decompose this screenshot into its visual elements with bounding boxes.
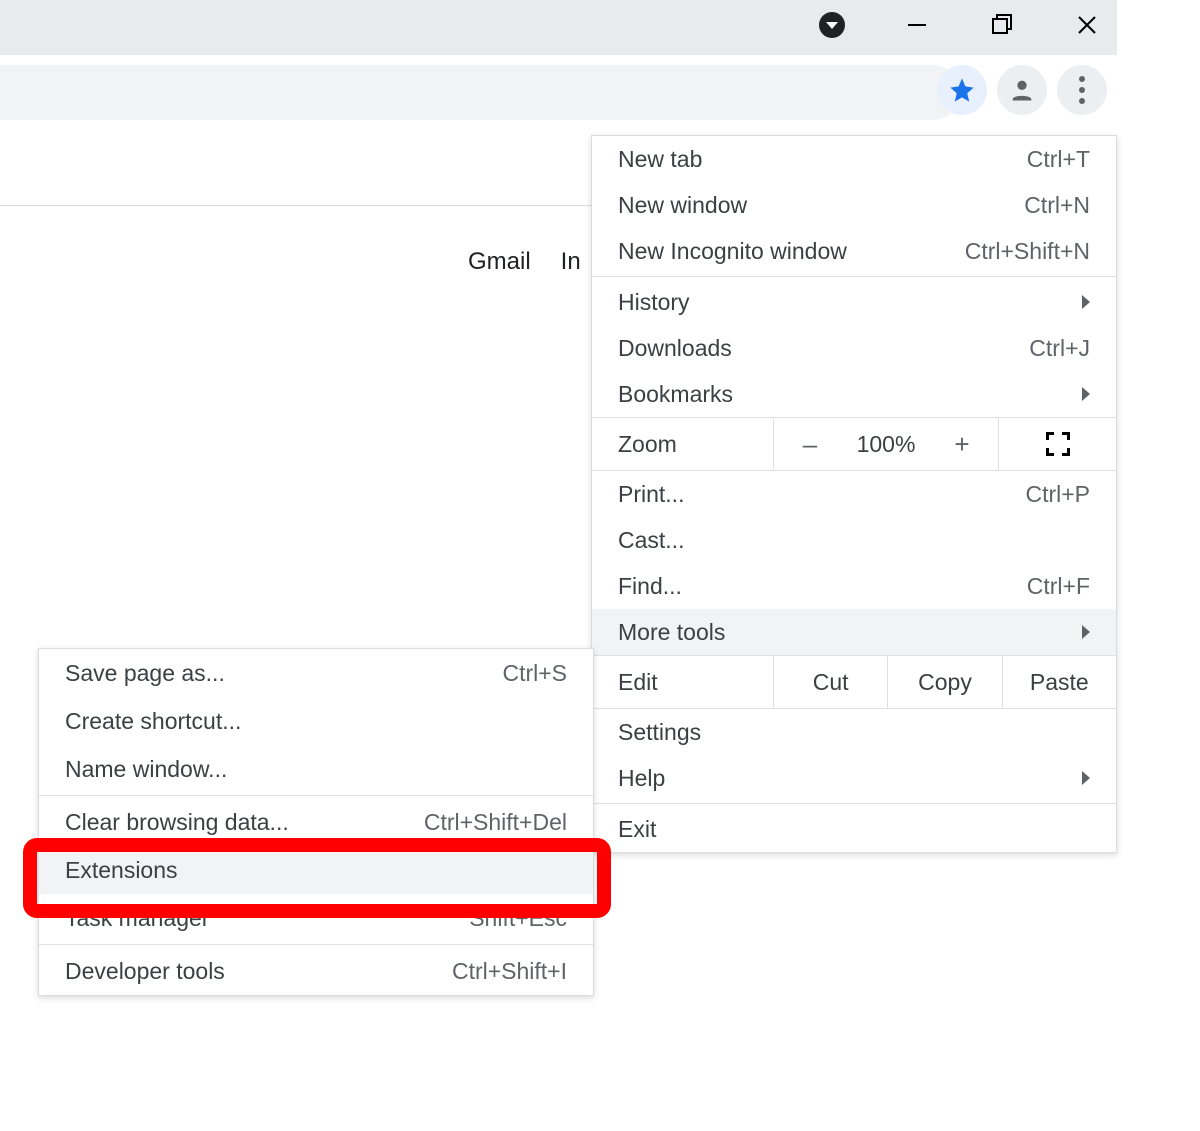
chevron-right-icon — [1082, 387, 1090, 401]
menu-item-label: Help — [618, 765, 665, 792]
zoom-value: 100% — [846, 418, 926, 470]
menu-help[interactable]: Help — [592, 755, 1116, 801]
menu-history[interactable]: History — [592, 279, 1116, 325]
submenu-clear-browsing[interactable]: Clear browsing data... Ctrl+Shift+Del — [39, 798, 593, 846]
fullscreen-icon — [1046, 432, 1070, 456]
menu-item-label: Clear browsing data... — [65, 809, 289, 836]
submenu-extensions[interactable]: Extensions — [39, 846, 593, 894]
bookmark-star-button[interactable] — [937, 65, 987, 115]
browser-toolbar — [0, 55, 1117, 130]
menu-item-label: Developer tools — [65, 958, 225, 985]
menu-settings[interactable]: Settings — [592, 709, 1116, 755]
menu-item-label: New tab — [618, 146, 702, 173]
menu-item-label: Find... — [618, 573, 682, 600]
menu-item-shortcut: Ctrl+Shift+I — [452, 958, 567, 985]
tab-dropdown-button[interactable] — [817, 10, 847, 40]
menu-print[interactable]: Print... Ctrl+P — [592, 471, 1116, 517]
menu-separator — [39, 795, 593, 796]
menu-bookmarks[interactable]: Bookmarks — [592, 371, 1116, 417]
menu-more-tools[interactable]: More tools — [592, 609, 1116, 655]
menu-item-label: Settings — [618, 719, 701, 746]
menu-separator — [592, 276, 1116, 277]
maximize-icon — [990, 13, 1014, 37]
menu-find[interactable]: Find... Ctrl+F — [592, 563, 1116, 609]
menu-separator — [39, 944, 593, 945]
menu-item-label: New Incognito window — [618, 238, 847, 265]
window-maximize-button[interactable] — [987, 10, 1017, 40]
menu-item-shortcut: Ctrl+N — [1024, 192, 1090, 219]
chevron-right-icon — [1082, 625, 1090, 639]
address-bar[interactable] — [0, 65, 960, 120]
page-header-links: Gmail In — [468, 248, 581, 276]
submenu-name-window[interactable]: Name window... — [39, 745, 593, 793]
fullscreen-button[interactable] — [998, 418, 1116, 470]
menu-item-label: Create shortcut... — [65, 708, 241, 735]
zoom-in-button[interactable]: + — [926, 418, 998, 470]
menu-item-label: Extensions — [65, 857, 178, 884]
chrome-menu-button[interactable] — [1057, 65, 1107, 115]
chevron-right-icon — [1082, 295, 1090, 309]
menu-new-incognito[interactable]: New Incognito window Ctrl+Shift+N — [592, 228, 1116, 274]
submenu-save-page[interactable]: Save page as... Ctrl+S — [39, 649, 593, 697]
menu-item-shortcut: Ctrl+S — [502, 660, 567, 687]
menu-item-shortcut: Shift+Esc — [469, 905, 567, 932]
menu-item-label: Save page as... — [65, 660, 225, 687]
minimize-icon — [906, 14, 928, 36]
menu-item-shortcut: Ctrl+J — [1029, 335, 1090, 362]
menu-item-label: Cast... — [618, 527, 684, 554]
edit-label: Edit — [592, 656, 774, 708]
menu-downloads[interactable]: Downloads Ctrl+J — [592, 325, 1116, 371]
submenu-create-shortcut[interactable]: Create shortcut... — [39, 697, 593, 745]
menu-exit[interactable]: Exit — [592, 806, 1116, 852]
chevron-right-icon — [1082, 771, 1090, 785]
zoom-label: Zoom — [592, 418, 774, 470]
menu-new-tab[interactable]: New tab Ctrl+T — [592, 136, 1116, 182]
menu-item-label: Downloads — [618, 335, 732, 362]
menu-item-shortcut: Ctrl+P — [1025, 481, 1090, 508]
submenu-task-manager[interactable]: Task manager Shift+Esc — [39, 894, 593, 942]
menu-item-label: Bookmarks — [618, 381, 733, 408]
chrome-main-menu: New tab Ctrl+T New window Ctrl+N New Inc… — [591, 135, 1117, 853]
menu-edit-row: Edit Cut Copy Paste — [592, 655, 1116, 709]
person-icon — [1008, 76, 1036, 104]
more-tools-submenu: Save page as... Ctrl+S Create shortcut..… — [38, 648, 594, 996]
menu-item-label: History — [618, 289, 690, 316]
submenu-developer-tools[interactable]: Developer tools Ctrl+Shift+I — [39, 947, 593, 995]
images-link-truncated[interactable]: In — [561, 248, 581, 276]
close-icon — [1076, 14, 1098, 36]
profile-button[interactable] — [997, 65, 1047, 115]
zoom-out-button[interactable]: – — [774, 418, 846, 470]
menu-item-shortcut: Ctrl+F — [1027, 573, 1090, 600]
menu-item-label: Task manager — [65, 905, 209, 932]
star-icon — [948, 76, 976, 104]
menu-item-label: Print... — [618, 481, 684, 508]
menu-item-label: Exit — [618, 816, 656, 843]
menu-item-shortcut: Ctrl+Shift+Del — [424, 809, 567, 836]
window-title-bar — [0, 0, 1117, 55]
menu-item-label: More tools — [618, 619, 725, 646]
menu-item-label: Name window... — [65, 756, 227, 783]
edit-cut-button[interactable]: Cut — [774, 656, 888, 708]
menu-zoom-row: Zoom – 100% + — [592, 417, 1116, 471]
menu-item-label: New window — [618, 192, 747, 219]
window-minimize-button[interactable] — [902, 10, 932, 40]
menu-item-shortcut: Ctrl+Shift+N — [965, 238, 1090, 265]
edit-copy-button[interactable]: Copy — [888, 656, 1002, 708]
caret-down-circle-icon — [819, 12, 845, 38]
edit-paste-button[interactable]: Paste — [1003, 656, 1116, 708]
menu-separator — [592, 803, 1116, 804]
menu-cast[interactable]: Cast... — [592, 517, 1116, 563]
three-dots-vertical-icon — [1079, 76, 1085, 104]
menu-new-window[interactable]: New window Ctrl+N — [592, 182, 1116, 228]
gmail-link[interactable]: Gmail — [468, 248, 531, 276]
window-close-button[interactable] — [1072, 10, 1102, 40]
menu-item-shortcut: Ctrl+T — [1027, 146, 1090, 173]
